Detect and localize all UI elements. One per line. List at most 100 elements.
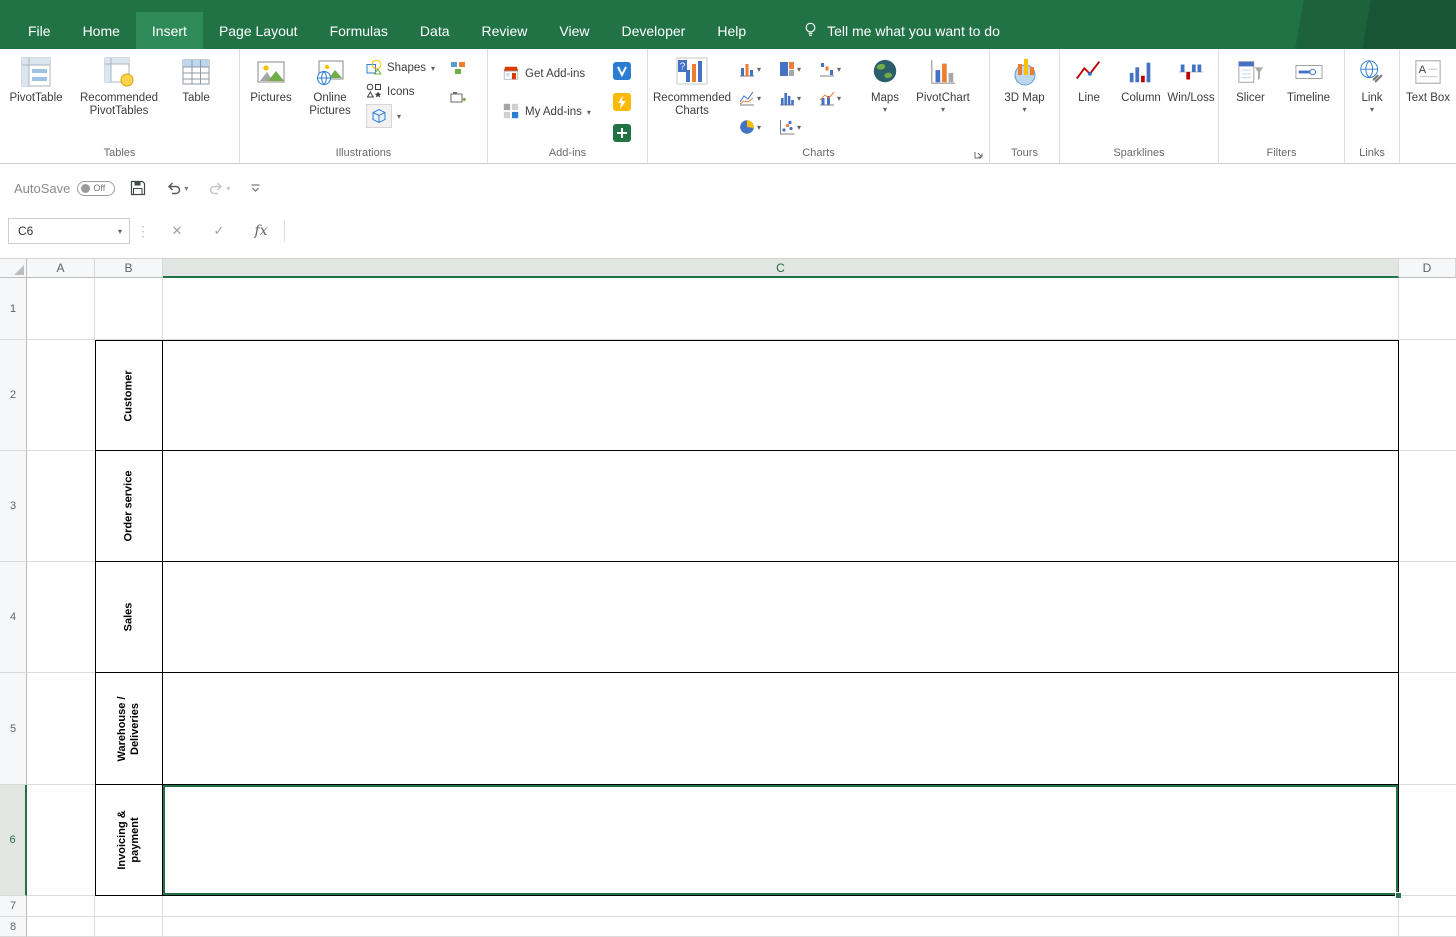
charts-dialog-launcher[interactable]: [972, 147, 986, 161]
link-button[interactable]: Link ▾: [1348, 52, 1396, 146]
icons-button[interactable]: Icons: [361, 80, 445, 104]
cell-D2[interactable]: [1399, 340, 1456, 451]
autosave-toggle[interactable]: Off: [77, 180, 116, 196]
row-header-8[interactable]: 8: [0, 917, 27, 937]
cell-B2-lane-customer[interactable]: Customer: [95, 340, 163, 451]
pinned-addin-button-1[interactable]: [609, 59, 635, 83]
cell-D4[interactable]: [1399, 562, 1456, 673]
cell-D5[interactable]: [1399, 673, 1456, 785]
pinned-addin-button-3[interactable]: [609, 121, 635, 145]
cell-A8[interactable]: [27, 917, 95, 937]
3d-map-button[interactable]: 3D Map ▾: [995, 52, 1055, 146]
maps-button[interactable]: Maps ▾: [859, 52, 911, 146]
3d-models-button[interactable]: ▾: [361, 104, 445, 128]
cell-D1[interactable]: [1399, 278, 1456, 340]
cell-B1[interactable]: [95, 278, 163, 340]
name-box[interactable]: C6 ▾: [8, 218, 130, 244]
cell-C7[interactable]: [163, 896, 1399, 917]
tab-view[interactable]: View: [543, 12, 605, 49]
tab-file[interactable]: File: [12, 12, 67, 49]
cell-D3[interactable]: [1399, 451, 1456, 562]
pivotchart-button[interactable]: PivotChart ▾: [911, 52, 975, 146]
cell-C8[interactable]: [163, 917, 1399, 937]
table-button[interactable]: Table: [169, 52, 223, 146]
tab-data[interactable]: Data: [404, 12, 466, 49]
row-header-3[interactable]: 3: [0, 451, 27, 562]
insert-function-button[interactable]: fx: [240, 218, 282, 244]
pinned-addin-button-2[interactable]: [609, 90, 635, 114]
my-addins-button[interactable]: My Add-ins ▾: [497, 100, 605, 124]
get-addins-button[interactable]: Get Add-ins: [497, 62, 605, 86]
tab-help[interactable]: Help: [701, 12, 762, 49]
fill-handle[interactable]: [1395, 892, 1402, 899]
select-all-button[interactable]: [0, 259, 27, 278]
cell-A2[interactable]: [27, 340, 95, 451]
cell-C5[interactable]: [163, 673, 1399, 785]
timeline-button[interactable]: Timeline: [1278, 52, 1340, 146]
formula-bar-drag-handle[interactable]: ⋮: [130, 218, 156, 244]
row-header-6[interactable]: 6: [0, 785, 27, 896]
tab-home[interactable]: Home: [67, 12, 136, 49]
column-header-a[interactable]: A: [27, 259, 95, 278]
tab-insert[interactable]: Insert: [135, 12, 203, 49]
waterfall-stock-chart-button[interactable]: ▾: [819, 58, 853, 80]
cell-B8[interactable]: [95, 917, 163, 937]
cell-B4-lane-sales[interactable]: Sales: [95, 562, 163, 673]
tab-formulas[interactable]: Formulas: [314, 12, 404, 49]
row-header-5[interactable]: 5: [0, 673, 27, 785]
cell-A6[interactable]: [27, 785, 95, 896]
screenshot-button[interactable]: [445, 86, 471, 110]
cell-B6-lane-invoicing-payment[interactable]: Invoicing & payment: [95, 785, 163, 896]
redo-button[interactable]: ▾: [203, 176, 235, 200]
cell-C2[interactable]: [163, 340, 1399, 451]
pictures-button[interactable]: Pictures: [243, 52, 299, 146]
cell-C6-selected[interactable]: [163, 785, 1402, 899]
customize-qat-button[interactable]: [245, 179, 266, 198]
cell-D8[interactable]: [1399, 917, 1456, 937]
enter-button[interactable]: ✓: [198, 218, 240, 244]
online-pictures-button[interactable]: Online Pictures: [299, 52, 361, 146]
cell-C1[interactable]: [163, 278, 1399, 340]
cell-C3[interactable]: [163, 451, 1399, 562]
sparkline-winloss-button[interactable]: Win/Loss: [1167, 52, 1215, 146]
pie-doughnut-chart-button[interactable]: ▾: [739, 116, 773, 138]
column-header-c[interactable]: C: [163, 259, 1399, 278]
smartart-button[interactable]: [445, 56, 471, 80]
scatter-bubble-chart-button[interactable]: ▾: [779, 116, 813, 138]
hierarchy-chart-button[interactable]: ▾: [779, 58, 813, 80]
pivottable-button[interactable]: PivotTable: [3, 52, 69, 146]
shapes-button[interactable]: Shapes ▾: [361, 56, 445, 80]
cell-A3[interactable]: [27, 451, 95, 562]
cell-D6[interactable]: [1399, 785, 1456, 896]
statistic-chart-button[interactable]: ▾: [779, 87, 813, 109]
formula-input[interactable]: [291, 218, 1456, 244]
cell-B3-lane-order-service[interactable]: Order service: [95, 451, 163, 562]
sparkline-column-button[interactable]: Column: [1113, 52, 1169, 146]
column-header-d[interactable]: D: [1399, 259, 1456, 278]
row-header-4[interactable]: 4: [0, 562, 27, 673]
undo-button[interactable]: ▾: [161, 176, 193, 200]
tab-developer[interactable]: Developer: [606, 12, 702, 49]
text-box-button[interactable]: A Text Box: [1403, 52, 1453, 146]
cell-B5-lane-warehouse-deliveries[interactable]: Warehouse / Deliveries: [95, 673, 163, 785]
recommended-pivottables-button[interactable]: Recommended PivotTables: [69, 52, 169, 146]
combo-chart-button[interactable]: ▾: [819, 87, 853, 109]
cell-C4[interactable]: [163, 562, 1399, 673]
row-header-1[interactable]: 1: [0, 278, 27, 340]
row-header-7[interactable]: 7: [0, 896, 27, 917]
tell-me-box[interactable]: Tell me what you want to do: [786, 12, 1016, 49]
line-area-chart-button[interactable]: ▾: [739, 87, 773, 109]
sparkline-line-button[interactable]: Line: [1065, 52, 1113, 146]
tab-review[interactable]: Review: [466, 12, 544, 49]
cell-A4[interactable]: [27, 562, 95, 673]
cell-A1[interactable]: [27, 278, 95, 340]
save-button[interactable]: [125, 176, 151, 200]
column-header-b[interactable]: B: [95, 259, 163, 278]
slicer-button[interactable]: Slicer: [1224, 52, 1278, 146]
cell-D7[interactable]: [1399, 896, 1456, 917]
cancel-button[interactable]: ✕: [156, 218, 198, 244]
tab-page-layout[interactable]: Page Layout: [203, 12, 314, 49]
column-bar-chart-button[interactable]: ▾: [739, 58, 773, 80]
cell-A7[interactable]: [27, 896, 95, 917]
cell-A5[interactable]: [27, 673, 95, 785]
